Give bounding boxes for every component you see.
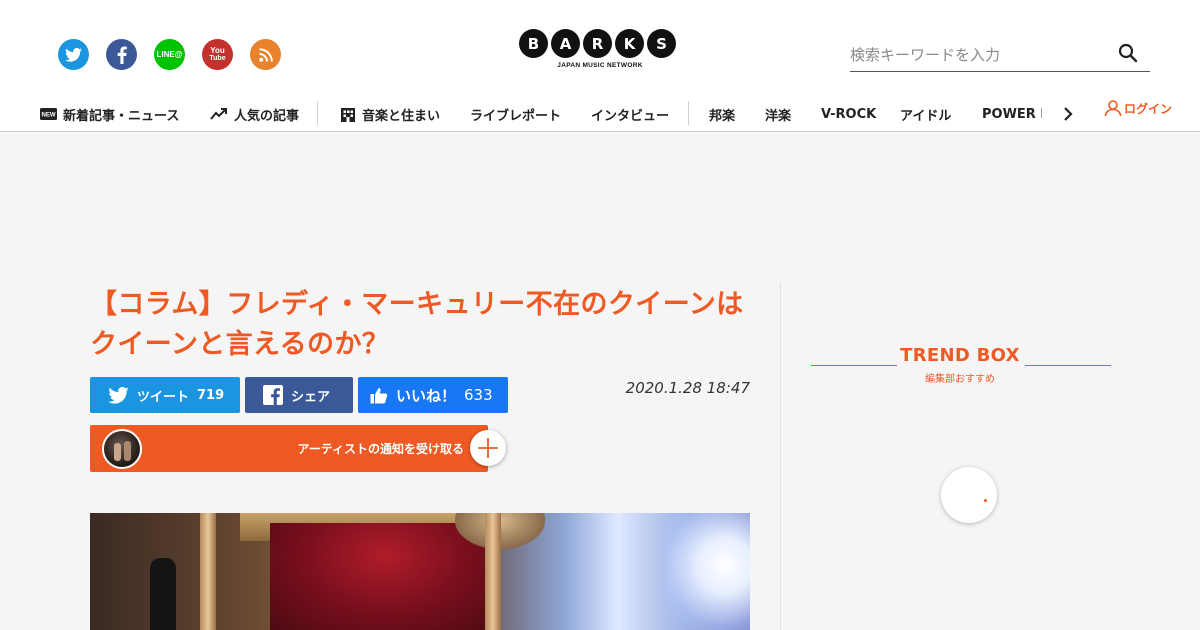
line-icon[interactable]: LINE@	[154, 39, 185, 70]
nav-item-label: アイドル	[900, 108, 952, 124]
youtube-icon-label-bottom: Tube	[209, 54, 226, 62]
nav-overflow-clip: POWER PUSH	[982, 96, 1042, 132]
building-icon	[340, 107, 356, 122]
logo-tagline: JAPAN MUSIC NETWORK	[557, 62, 643, 69]
rss-icon[interactable]	[250, 39, 281, 70]
logo-letter: S	[647, 29, 676, 58]
youtube-icon-label-top: You	[210, 45, 225, 55]
nav-item-label: 新着記事・ニュース	[63, 108, 180, 124]
logo-letter: R	[583, 29, 612, 58]
nav-item-label: 人気の記事	[234, 108, 300, 124]
logo-letter: B	[519, 29, 548, 58]
nav-divider	[317, 101, 318, 125]
twitter-icon	[108, 386, 129, 404]
like-count: 633	[464, 386, 493, 404]
sidebar-divider	[780, 282, 781, 630]
plus-icon[interactable]	[470, 430, 506, 466]
new-badge-icon: NEW	[40, 108, 57, 120]
nav-item-power-push[interactable]: POWER PUSH	[982, 96, 1042, 132]
nav-item-western[interactable]: 洋楽	[765, 96, 791, 132]
thumbs-up-icon	[370, 387, 388, 403]
tweet-button[interactable]: ツイート 719	[90, 377, 240, 413]
nav-item-news[interactable]: NEW 新着記事・ニュース	[40, 96, 179, 132]
nav-divider	[688, 101, 689, 125]
logo-letter: K	[615, 29, 644, 58]
twitter-icon[interactable]	[58, 39, 89, 70]
trend-box-subtitle: 編集部おすすめ	[925, 374, 995, 385]
login-label: ログイン	[1124, 101, 1173, 116]
nav-item-live-report[interactable]: ライブレポート	[470, 96, 561, 132]
new-badge-text: NEW	[42, 113, 56, 119]
nav-item-popular[interactable]: 人気の記事	[210, 96, 299, 132]
article-title: 【コラム】フレディ・マーキュリー不在のクイーンはクイーンと言えるのか？	[90, 289, 744, 360]
user-icon	[1104, 100, 1122, 117]
artist-avatar	[102, 429, 142, 469]
nav-item-jpop[interactable]: 邦楽	[709, 96, 735, 132]
trend-rule-right	[1025, 365, 1111, 366]
login-link[interactable]: ログイン	[1104, 98, 1172, 118]
logo-letter: A	[551, 29, 580, 58]
facebook-icon[interactable]	[106, 39, 137, 70]
share-label: シェア	[291, 389, 331, 405]
logo-letters: B A R K S	[519, 29, 681, 58]
site-header: LINE@ You Tube B A R K S JAPAN MUSIC NET…	[0, 0, 1200, 132]
nav-item-label: インタビュー	[591, 108, 670, 124]
nav-item-label: 洋楽	[765, 108, 792, 124]
loading-spinner	[941, 467, 997, 523]
line-icon-label: LINE@	[156, 50, 183, 59]
artist-follow-bar[interactable]: アーティストの通知を受け取る	[90, 425, 488, 472]
trend-rule-left	[811, 365, 897, 366]
trend-box-title: TREND BOX	[900, 345, 1020, 366]
main-nav: NEW 新着記事・ニュース 人気の記事 音楽と住まい ライブレポート インタビュ…	[0, 96, 1200, 132]
like-label: いいね！	[396, 386, 457, 405]
search-input[interactable]	[850, 42, 1110, 68]
tweet-count: 719	[197, 387, 225, 403]
follow-label: アーティストの通知を受け取る	[297, 442, 464, 456]
facebook-icon	[263, 385, 283, 405]
youtube-icon[interactable]: You Tube	[202, 39, 233, 70]
search-box	[850, 40, 1150, 72]
nav-item-label: POWER PUSH	[982, 106, 1042, 122]
nav-item-idol[interactable]: アイドル	[900, 96, 951, 132]
article-hero-image	[90, 513, 750, 630]
search-icon[interactable]	[1118, 43, 1138, 67]
social-links: LINE@ You Tube	[58, 39, 281, 70]
tweet-label: ツイート	[137, 389, 190, 405]
nav-item-interview[interactable]: インタビュー	[591, 96, 669, 132]
trending-icon	[210, 108, 228, 120]
article-timestamp: 2020.1.28 18:47	[625, 379, 750, 397]
nav-item-label: 邦楽	[709, 108, 736, 124]
nav-item-label: ライブレポート	[470, 108, 562, 124]
nav-item-housing[interactable]: 音楽と住まい	[340, 96, 440, 132]
nav-item-label: V-ROCK	[821, 106, 877, 122]
trend-box-header: TREND BOX 編集部おすすめ	[810, 345, 1111, 385]
barks-logo[interactable]: B A R K S JAPAN MUSIC NETWORK	[519, 29, 681, 73]
nav-item-label: 音楽と住まい	[362, 108, 441, 124]
facebook-share-button[interactable]: シェア	[245, 377, 353, 413]
like-button[interactable]: いいね！ 633	[358, 377, 508, 413]
chevron-right-icon[interactable]	[1062, 106, 1074, 126]
nav-item-vrock[interactable]: V-ROCK	[821, 96, 876, 132]
